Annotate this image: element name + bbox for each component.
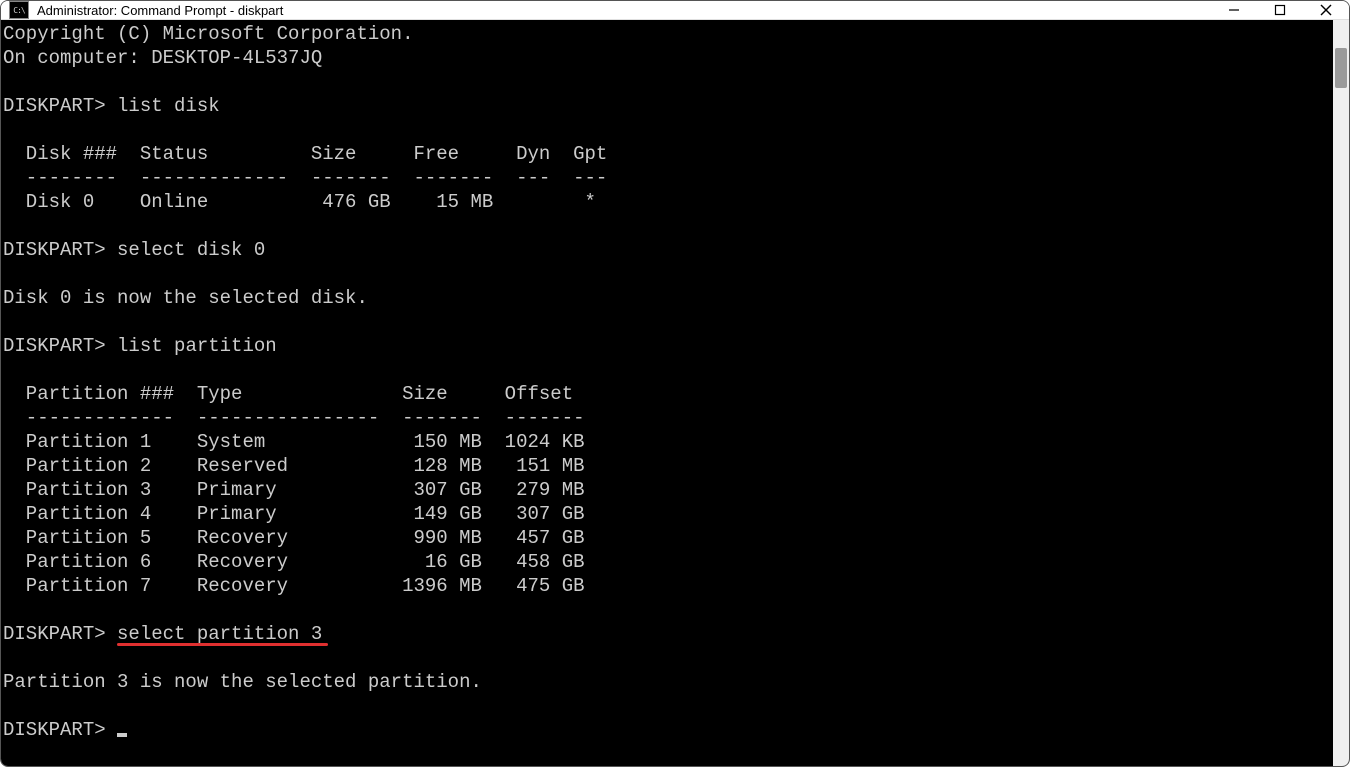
window-controls [1211, 1, 1349, 19]
console-area: Copyright (C) Microsoft Corporation. On … [1, 20, 1349, 767]
partition-table-row: Partition 6 Recovery 16 GB 458 GB [3, 551, 585, 573]
prompt: DISKPART> [3, 335, 106, 357]
line-on-computer: On computer: DESKTOP-4L537JQ [3, 47, 322, 69]
msg-disk-selected: Disk 0 is now the selected disk. [3, 287, 368, 309]
window-title: Administrator: Command Prompt - diskpart [37, 3, 1211, 18]
console[interactable]: Copyright (C) Microsoft Corporation. On … [1, 20, 1333, 767]
close-button[interactable] [1303, 1, 1349, 19]
partition-table-row: Partition 5 Recovery 990 MB 457 GB [3, 527, 585, 549]
disk-table-divider: -------- ------------- ------- ------- -… [3, 167, 607, 189]
partition-table-row: Partition 4 Primary 149 GB 307 GB [3, 503, 585, 525]
vertical-scrollbar[interactable] [1333, 20, 1349, 767]
line-copyright: Copyright (C) Microsoft Corporation. [3, 23, 413, 45]
partition-table-row: Partition 7 Recovery 1396 MB 475 GB [3, 575, 585, 597]
maximize-button[interactable] [1257, 1, 1303, 19]
disk-table-header: Disk ### Status Size Free Dyn Gpt [3, 143, 607, 165]
minimize-button[interactable] [1211, 1, 1257, 19]
command-prompt-window: C:\ Administrator: Command Prompt - disk… [0, 0, 1350, 767]
cmd-list-partition: list partition [117, 335, 277, 357]
prompt: DISKPART> [3, 95, 106, 117]
prompt: DISKPART> [3, 239, 106, 261]
scrollbar-thumb[interactable] [1335, 48, 1347, 88]
msg-partition-selected: Partition 3 is now the selected partitio… [3, 671, 482, 693]
partition-table-row: Partition 2 Reserved 128 MB 151 MB [3, 455, 585, 477]
partition-table-row: Partition 1 System 150 MB 1024 KB [3, 431, 585, 453]
partition-table-divider: ------------- ---------------- ------- -… [3, 407, 585, 429]
prompt-final: DISKPART> [3, 719, 117, 741]
partition-table-header: Partition ### Type Size Offset [3, 383, 573, 405]
cmd-list-disk: list disk [117, 95, 220, 117]
partition-table-row: Partition 3 Primary 307 GB 279 MB [3, 479, 585, 501]
cmd-select-partition: select partition 3 [117, 623, 322, 645]
red-underline-annotation [117, 643, 328, 646]
prompt: DISKPART> [3, 623, 106, 645]
cmd-select-disk: select disk 0 [117, 239, 265, 261]
titlebar[interactable]: C:\ Administrator: Command Prompt - disk… [1, 1, 1349, 20]
cmd-icon: C:\ [9, 1, 29, 19]
cursor [117, 733, 127, 737]
disk-table-row: Disk 0 Online 476 GB 15 MB * [3, 191, 596, 213]
